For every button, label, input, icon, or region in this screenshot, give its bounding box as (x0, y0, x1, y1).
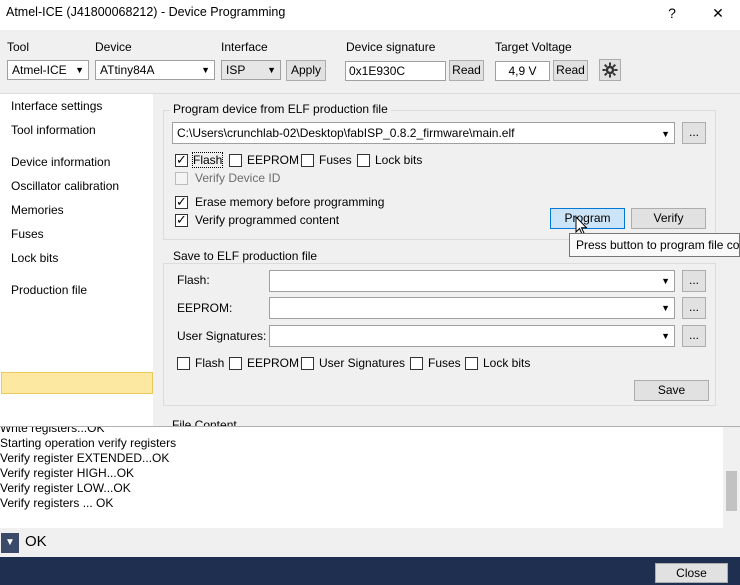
program-file-path: C:\Users\crunchlab-02\Desktop\fabISP_0.8… (177, 126, 515, 140)
chevron-down-icon: ▼ (661, 276, 670, 286)
save-fuses-option-label: Fuses (428, 356, 461, 370)
apply-button[interactable]: Apply (286, 60, 326, 81)
save-eeprom-checkbox[interactable] (229, 357, 242, 370)
verify-button[interactable]: Verify (631, 208, 706, 229)
tool-value: Atmel-ICE (12, 63, 67, 77)
signature-label: Device signature (346, 40, 436, 54)
program-lockbits-label: Lock bits (375, 153, 423, 167)
chevron-down-icon: ▼ (267, 65, 276, 75)
save-eeprom-browse-button[interactable]: ... (682, 297, 706, 319)
window-title: Atmel-ICE (J41800068212) - Device Progra… (6, 5, 286, 19)
save-user-sig-option-label: User Signatures (319, 356, 406, 370)
save-flash-option-label: Flash (195, 356, 225, 370)
save-user-sig-select[interactable]: ▼ (269, 325, 675, 347)
sidebar-item-fuses[interactable]: Fuses (11, 227, 44, 241)
save-group-title: Save to ELF production file (170, 249, 321, 263)
program-lockbits-checkbox[interactable] (357, 154, 370, 167)
sidebar-item-interface-settings[interactable]: Interface settings (11, 99, 102, 113)
log-line: Verify registers ... OK (0, 496, 114, 510)
program-flash-label: Flash (191, 152, 224, 168)
title-bar: Atmel-ICE (J41800068212) - Device Progra… (0, 0, 740, 30)
program-fuses-checkbox[interactable] (301, 154, 314, 167)
save-flash-select[interactable]: ▼ (269, 270, 675, 292)
save-fuses-checkbox[interactable] (410, 357, 423, 370)
settings-button[interactable] (599, 59, 621, 81)
save-flash-label: Flash: (177, 273, 210, 287)
log-scroll-thumb[interactable] (726, 471, 737, 511)
chevron-down-icon: ▼ (661, 129, 670, 139)
save-eeprom-option-label: EEPROM (247, 356, 300, 370)
sidebar-item-device-information[interactable]: Device information (11, 155, 110, 169)
program-eeprom-checkbox[interactable] (229, 154, 242, 167)
save-lockbits-checkbox[interactable] (465, 357, 478, 370)
interface-label: Interface (221, 40, 268, 54)
gear-icon (602, 62, 618, 78)
log-line: Verify register EXTENDED...OK (0, 451, 170, 465)
voltage-read-button[interactable]: Read (553, 60, 588, 81)
status-toggle-button[interactable]: ▼ (1, 533, 19, 553)
output-log: Write registers...OK Starting operation … (0, 426, 740, 528)
save-user-sig-browse-button[interactable]: ... (682, 325, 706, 347)
signature-read-button[interactable]: Read (449, 60, 484, 81)
main-scrollbar[interactable] (723, 94, 740, 426)
status-bar (0, 528, 740, 557)
sidebar-item-oscillator-calibration[interactable]: Oscillator calibration (11, 179, 119, 193)
close-button[interactable]: Close (655, 563, 728, 583)
log-line: Verify register HIGH...OK (0, 466, 135, 480)
signature-field[interactable]: 0x1E930C (345, 61, 446, 81)
sidebar-item-lock-bits[interactable]: Lock bits (11, 251, 58, 265)
chevron-down-icon: ▼ (75, 65, 84, 75)
program-fuses-label: Fuses (319, 153, 352, 167)
program-flash-checkbox[interactable] (175, 152, 188, 168)
program-eeprom-label: EEPROM (247, 153, 300, 167)
sidebar: Interface settings Tool information Devi… (0, 94, 160, 426)
save-flash-checkbox[interactable] (177, 357, 190, 370)
chevron-down-icon: ▼ (661, 331, 670, 341)
voltage-label: Target Voltage (495, 40, 572, 54)
device-value: ATtiny84A (100, 63, 155, 77)
sidebar-item-tool-information[interactable]: Tool information (11, 123, 96, 137)
erase-label: Erase memory before programming (195, 195, 385, 209)
bottom-bar (0, 557, 740, 585)
save-eeprom-label: EEPROM: (177, 301, 233, 315)
sidebar-selection (1, 372, 153, 394)
tool-label: Tool (7, 40, 30, 54)
interface-select[interactable]: ISP ▼ (221, 60, 281, 80)
chevron-down-icon: ▼ (5, 537, 15, 548)
voltage-field[interactable]: 4,9 V (495, 61, 550, 81)
verify-id-checkbox[interactable] (175, 172, 188, 185)
save-user-sig-checkbox[interactable] (301, 357, 314, 370)
device-label: Device (95, 40, 132, 54)
sidebar-item-memories[interactable]: Memories (11, 203, 64, 217)
log-line: Write registers...OK (0, 426, 105, 435)
program-file-select[interactable]: C:\Users\crunchlab-02\Desktop\fabISP_0.8… (172, 122, 675, 144)
save-flash-browse-button[interactable]: ... (682, 270, 706, 292)
help-button[interactable]: ? (657, 2, 687, 26)
device-select[interactable]: ATtiny84A ▼ (95, 60, 215, 80)
status-text: OK (25, 533, 47, 550)
verify-content-checkbox[interactable] (175, 212, 188, 228)
log-line: Verify register LOW...OK (0, 481, 131, 495)
program-browse-button[interactable]: ... (682, 122, 706, 144)
sidebar-item-production-file[interactable]: Production file (11, 283, 87, 297)
save-lockbits-option-label: Lock bits (483, 356, 531, 370)
save-button[interactable]: Save (634, 380, 709, 401)
erase-checkbox[interactable] (175, 194, 188, 210)
tool-select[interactable]: Atmel-ICE ▼ (7, 60, 89, 80)
chevron-down-icon: ▼ (201, 65, 210, 75)
save-eeprom-select[interactable]: ▼ (269, 297, 675, 319)
verify-id-label: Verify Device ID (195, 171, 281, 185)
save-user-sig-label: User Signatures: (177, 329, 267, 343)
verify-content-label: Verify programmed content (195, 213, 340, 227)
window-close-button[interactable]: ✕ (703, 2, 733, 26)
log-line: Starting operation verify registers (0, 436, 177, 450)
program-group-title: Program device from ELF production file (170, 102, 391, 116)
program-tooltip: Press button to program file co (569, 233, 740, 257)
interface-value: ISP (226, 63, 246, 77)
chevron-down-icon: ▼ (661, 303, 670, 313)
